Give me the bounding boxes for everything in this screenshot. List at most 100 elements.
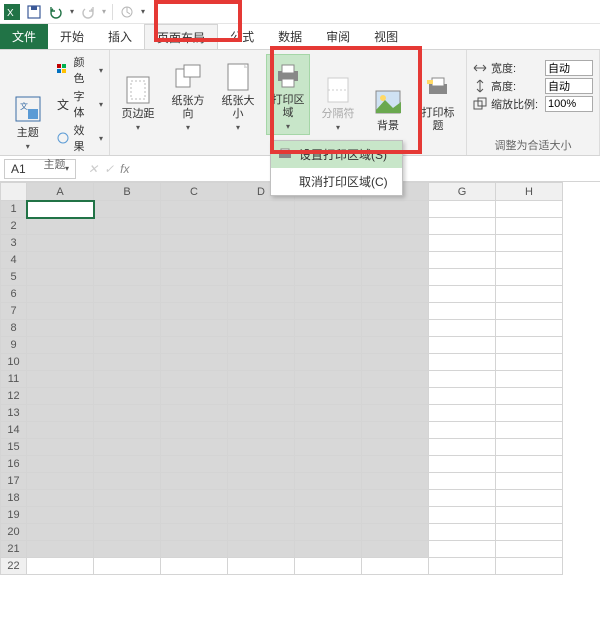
row-header[interactable]: 1 xyxy=(1,201,27,218)
cell[interactable] xyxy=(295,371,362,388)
cell[interactable] xyxy=(94,524,161,541)
cell[interactable] xyxy=(362,422,429,439)
cell[interactable] xyxy=(161,541,228,558)
cell[interactable] xyxy=(429,201,496,218)
cell[interactable] xyxy=(27,524,94,541)
row-header[interactable]: 5 xyxy=(1,269,27,286)
row-header[interactable]: 16 xyxy=(1,456,27,473)
cell[interactable] xyxy=(429,524,496,541)
cell[interactable] xyxy=(27,320,94,337)
cell[interactable] xyxy=(161,558,228,575)
row-header[interactable]: 22 xyxy=(1,558,27,575)
cell[interactable] xyxy=(161,354,228,371)
cell[interactable] xyxy=(295,303,362,320)
cell[interactable] xyxy=(27,473,94,490)
cell[interactable] xyxy=(228,558,295,575)
cell[interactable] xyxy=(429,405,496,422)
row-header[interactable]: 10 xyxy=(1,354,27,371)
cell[interactable] xyxy=(496,558,563,575)
cell[interactable] xyxy=(496,235,563,252)
cell[interactable] xyxy=(27,354,94,371)
cell[interactable] xyxy=(429,286,496,303)
cell[interactable] xyxy=(362,218,429,235)
cell[interactable] xyxy=(496,201,563,218)
cell[interactable] xyxy=(496,507,563,524)
redo-icon[interactable] xyxy=(80,4,96,20)
menu-clear-print-area[interactable]: 取消打印区域(C) xyxy=(271,168,402,195)
cell[interactable] xyxy=(228,354,295,371)
cell[interactable] xyxy=(228,490,295,507)
touch-icon[interactable] xyxy=(119,4,135,20)
cell[interactable] xyxy=(228,320,295,337)
cell[interactable] xyxy=(27,558,94,575)
cell[interactable] xyxy=(429,507,496,524)
cell[interactable] xyxy=(27,252,94,269)
cell[interactable] xyxy=(94,320,161,337)
cell[interactable] xyxy=(295,252,362,269)
cell[interactable] xyxy=(496,490,563,507)
cell[interactable] xyxy=(27,235,94,252)
cell[interactable] xyxy=(295,235,362,252)
cell[interactable] xyxy=(228,337,295,354)
colors-button[interactable]: 颜色▾ xyxy=(56,54,103,86)
cell[interactable] xyxy=(228,303,295,320)
cell[interactable] xyxy=(429,541,496,558)
cell[interactable] xyxy=(161,235,228,252)
tab-view[interactable]: 视图 xyxy=(362,24,410,49)
cell[interactable] xyxy=(161,269,228,286)
cell[interactable] xyxy=(161,507,228,524)
row-header[interactable]: 2 xyxy=(1,218,27,235)
row-header[interactable]: 17 xyxy=(1,473,27,490)
cell[interactable] xyxy=(228,473,295,490)
cell[interactable] xyxy=(27,201,94,218)
cell[interactable] xyxy=(362,320,429,337)
cell[interactable] xyxy=(228,405,295,422)
cell[interactable] xyxy=(161,439,228,456)
cell[interactable] xyxy=(362,490,429,507)
redo-dropdown-icon[interactable]: ▾ xyxy=(102,7,106,16)
cell[interactable] xyxy=(295,507,362,524)
tab-data[interactable]: 数据 xyxy=(266,24,314,49)
col-header[interactable]: A xyxy=(27,183,94,201)
cell[interactable] xyxy=(362,558,429,575)
row-header[interactable]: 20 xyxy=(1,524,27,541)
orientation-button[interactable]: 纸张方向▾ xyxy=(166,54,210,135)
cell[interactable] xyxy=(496,405,563,422)
cell[interactable] xyxy=(228,201,295,218)
cell[interactable] xyxy=(362,269,429,286)
cell[interactable] xyxy=(496,456,563,473)
cell[interactable] xyxy=(429,558,496,575)
cell[interactable] xyxy=(161,473,228,490)
qat-customize-icon[interactable]: ▾ xyxy=(141,7,145,16)
cell[interactable] xyxy=(27,371,94,388)
cell[interactable] xyxy=(27,303,94,320)
cell[interactable] xyxy=(295,320,362,337)
cell[interactable] xyxy=(27,286,94,303)
cell[interactable] xyxy=(94,490,161,507)
cell[interactable] xyxy=(362,201,429,218)
cell[interactable] xyxy=(161,286,228,303)
cell[interactable] xyxy=(295,558,362,575)
cell[interactable] xyxy=(295,473,362,490)
cell[interactable] xyxy=(94,337,161,354)
scale-input[interactable] xyxy=(545,96,593,112)
cell[interactable] xyxy=(295,456,362,473)
cell[interactable] xyxy=(429,252,496,269)
cell[interactable] xyxy=(429,439,496,456)
row-header[interactable]: 3 xyxy=(1,235,27,252)
col-header[interactable]: B xyxy=(94,183,161,201)
cell[interactable] xyxy=(295,439,362,456)
cell[interactable] xyxy=(496,541,563,558)
cell[interactable] xyxy=(496,337,563,354)
row-header[interactable]: 4 xyxy=(1,252,27,269)
col-header[interactable]: G xyxy=(429,183,496,201)
cell[interactable] xyxy=(429,388,496,405)
cell[interactable] xyxy=(228,235,295,252)
cell[interactable] xyxy=(94,558,161,575)
cell[interactable] xyxy=(295,405,362,422)
cell[interactable] xyxy=(362,541,429,558)
size-button[interactable]: 纸张大小▾ xyxy=(216,54,260,135)
cell[interactable] xyxy=(161,252,228,269)
cell[interactable] xyxy=(429,456,496,473)
cell[interactable] xyxy=(362,405,429,422)
